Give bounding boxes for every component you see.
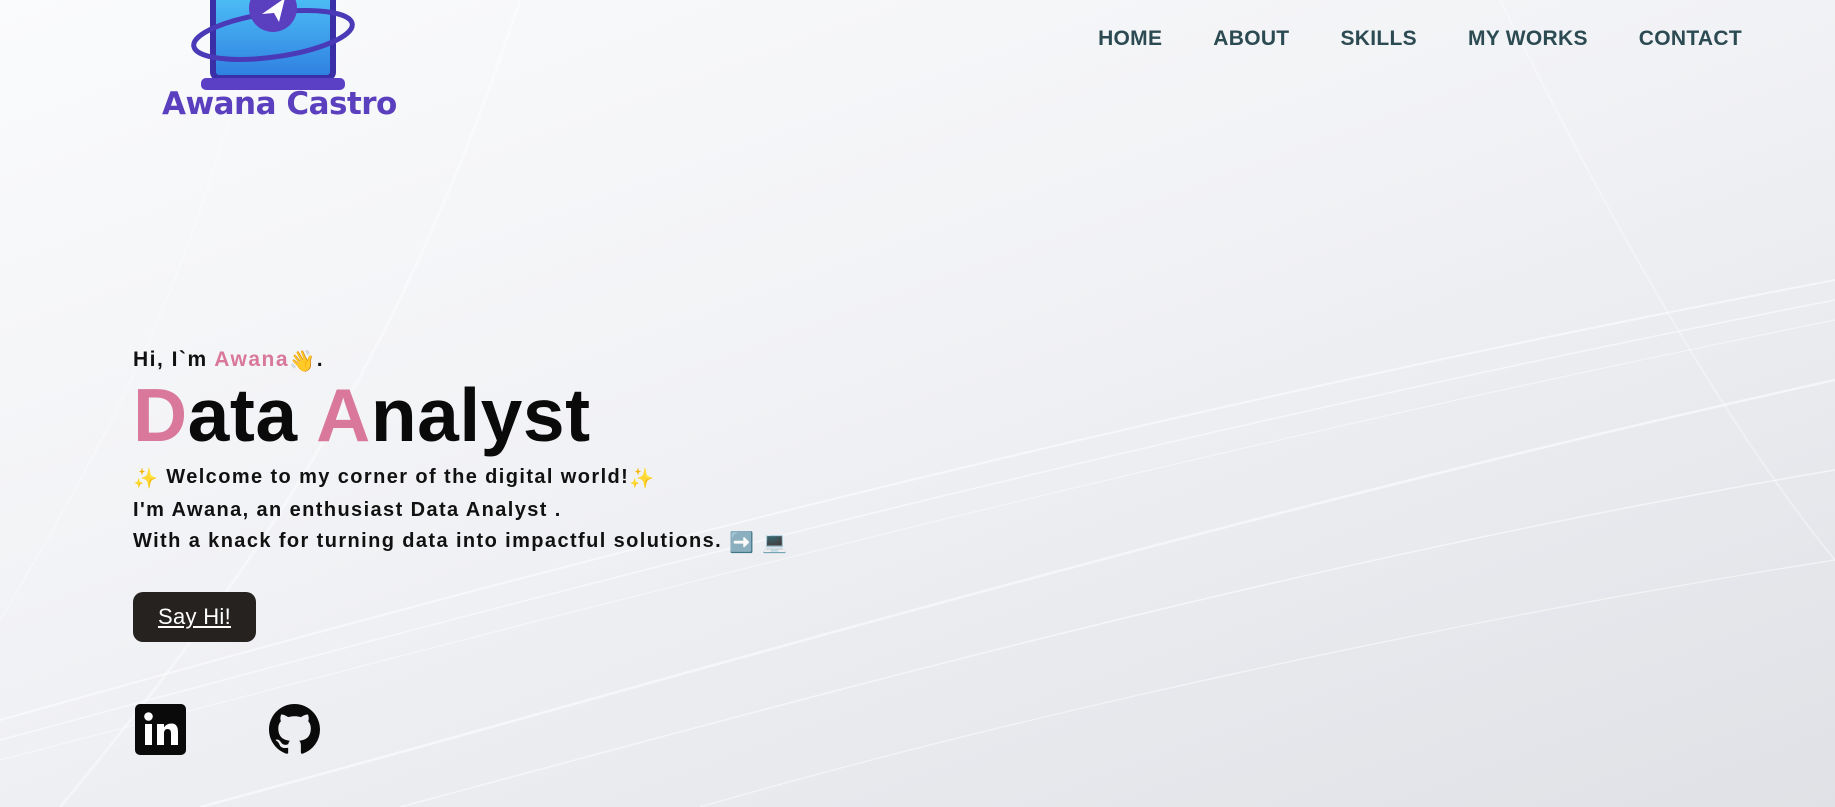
linkedin-icon [135,704,186,755]
intro-line-1: ✨ Welcome to my corner of the digital wo… [133,462,789,495]
nav-home[interactable]: HOME [1098,27,1162,51]
intro-line-2: I'm Awana, an enthusiast Data Analyst . [133,499,562,521]
logo-text: Awana Castro [162,86,397,122]
say-hi-button[interactable]: Say Hi! [133,592,257,642]
greeting: Hi, I`m Awana👋. [133,348,789,374]
github-link[interactable] [269,704,320,755]
right-arrow-icon: ➡️ [729,532,756,554]
nav-my-works[interactable]: MY WORKS [1468,27,1588,51]
intro-line-3-text: With a knack for turning data into impac… [133,530,723,552]
intro-text: ✨ Welcome to my corner of the digital wo… [133,462,789,559]
hero-title: Data Analyst [133,378,789,453]
greeting-suffix: . [316,348,325,371]
intro-line-1-text: Welcome to my corner of the digital worl… [166,466,630,488]
sparkles-icon: ✨ [629,468,656,490]
title-initial-d: D [133,373,188,457]
main-nav: HOME ABOUT SKILLS MY WORKS CONTACT [1098,27,1742,51]
nav-contact[interactable]: CONTACT [1639,27,1742,51]
laptop-icon: 💻 [762,532,789,554]
linkedin-link[interactable] [135,704,186,755]
nav-skills[interactable]: SKILLS [1340,27,1416,51]
sparkles-icon: ✨ [133,468,160,490]
waving-hand-icon: 👋 [289,350,317,373]
greeting-name: Awana [214,348,290,371]
title-initial-a: A [316,373,371,457]
nav-about[interactable]: ABOUT [1213,27,1289,51]
laptop-logo-icon [191,0,355,90]
hero-section: Hi, I`m Awana👋. Data Analyst ✨ Welcome t… [133,348,789,642]
title-word-rest-1: ata [187,373,298,457]
social-links [135,704,320,755]
intro-line-3: With a knack for turning data into impac… [133,526,789,559]
github-icon [269,704,320,754]
title-word-rest-2: nalyst [370,373,591,457]
site-logo[interactable]: Awana Castro [158,0,398,125]
greeting-prefix: Hi, I`m [133,348,215,371]
